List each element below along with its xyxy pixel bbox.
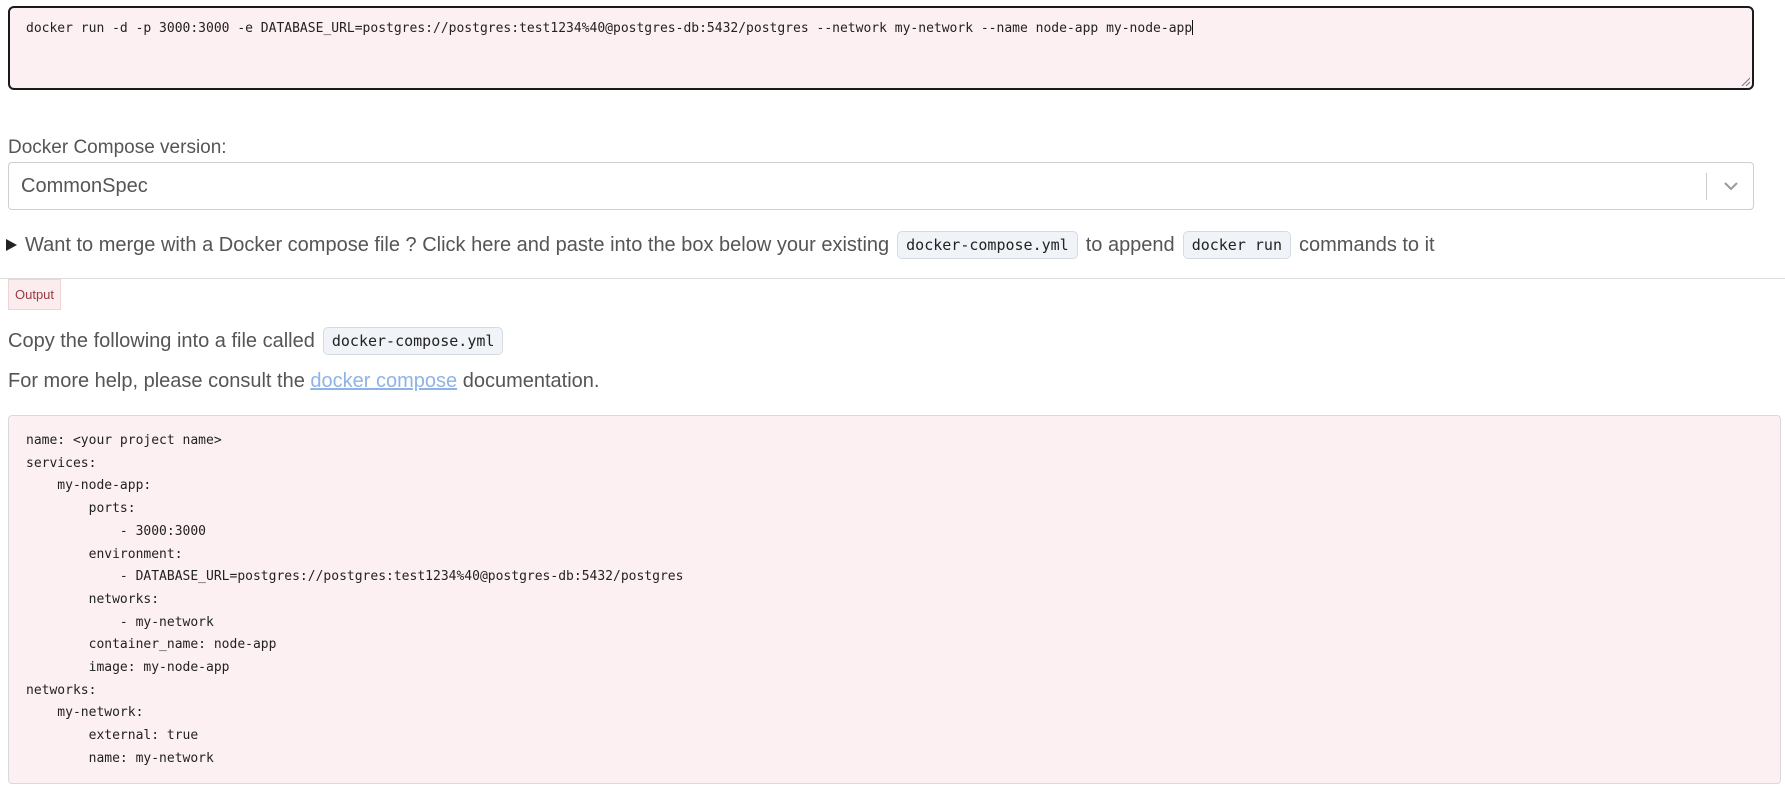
merge-text-middle: to append (1085, 233, 1175, 256)
help-text-after: documentation. (462, 370, 600, 392)
output-badge: Output (8, 279, 62, 310)
triangle-right-icon (6, 239, 17, 251)
compose-version-select[interactable]: CommonSpec (8, 162, 1754, 210)
copy-instruction: Copy the following into a file called do… (8, 327, 504, 355)
merge-toggle[interactable]: Want to merge with a Docker compose file… (6, 231, 1435, 259)
copy-file-code: docker-compose.yml (322, 327, 504, 355)
section-divider (0, 278, 1785, 279)
merge-text-after: commands to it (1299, 233, 1435, 256)
chevron-down-icon[interactable] (1719, 174, 1743, 198)
compose-yaml-output[interactable]: name: <your project name> services: my-n… (8, 415, 1781, 784)
merge-code-file: docker-compose.yml (897, 231, 1078, 259)
text-caret (1192, 20, 1194, 35)
docker-run-input-text: docker run -d -p 3000:3000 -e DATABASE_U… (26, 21, 1193, 36)
docker-compose-docs-link[interactable]: docker compose (310, 370, 457, 392)
help-text-before: For more help, please consult the (8, 370, 305, 392)
merge-text-before: Want to merge with a Docker compose file… (25, 233, 890, 256)
docker-run-input[interactable]: docker run -d -p 3000:3000 -e DATABASE_U… (8, 6, 1754, 90)
merge-code-cmd: docker run (1182, 231, 1291, 259)
compose-version-label: Docker Compose version: (8, 137, 227, 158)
help-instruction: For more help, please consult the docker… (8, 370, 599, 393)
compose-version-selected: CommonSpec (21, 175, 148, 197)
copy-text: Copy the following into a file called (8, 329, 315, 352)
select-divider (1706, 173, 1707, 200)
resize-grip-icon[interactable] (1740, 76, 1750, 86)
